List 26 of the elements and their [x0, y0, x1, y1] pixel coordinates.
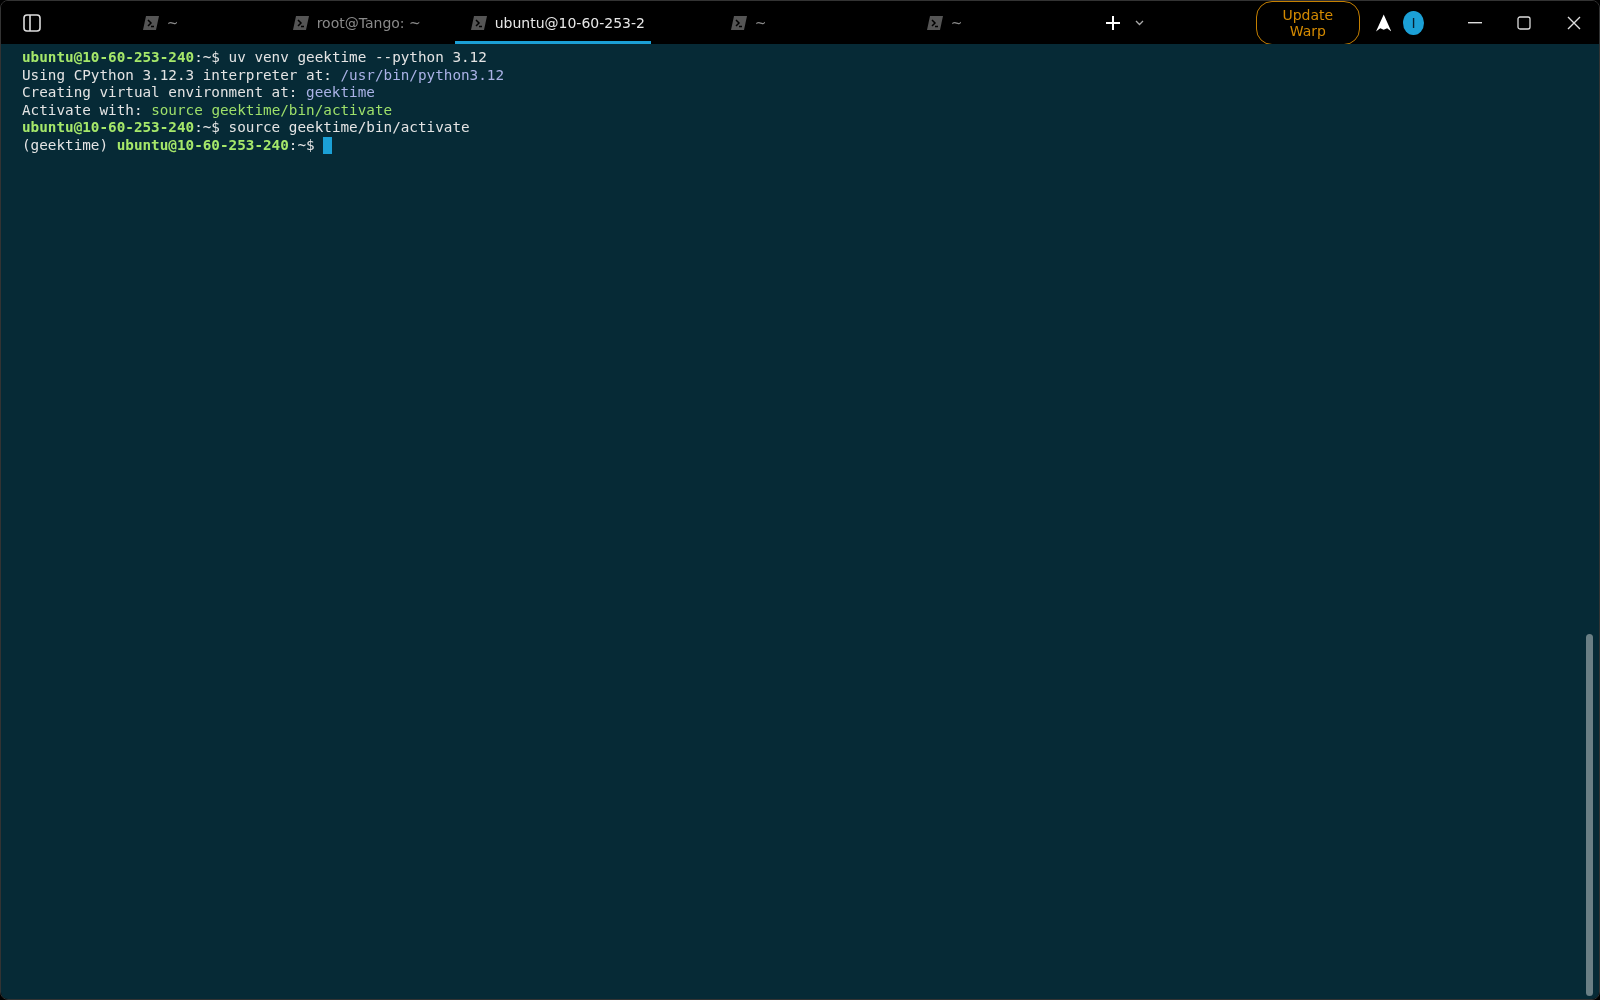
prompt-text: ubuntu@10-60-253-240	[116, 136, 289, 155]
terminal-text: Activate with:	[22, 101, 144, 120]
terminal-icon	[142, 15, 159, 30]
user-avatar[interactable]: I	[1403, 10, 1424, 35]
terminal-tab[interactable]: ~	[846, 1, 1043, 44]
terminal-icon	[292, 15, 309, 30]
terminal-text: :~$	[288, 136, 316, 155]
terminal-tab[interactable]: ~	[62, 1, 259, 44]
command-text: source geektime/bin/activate	[151, 101, 393, 120]
terminal-text: (geektime)	[22, 136, 110, 155]
terminal-icon	[470, 15, 487, 30]
warp-logo-icon[interactable]	[1375, 12, 1392, 33]
path-text: geektime	[306, 84, 375, 102]
terminal-icon	[730, 15, 747, 30]
terminal-icon	[926, 15, 943, 30]
terminal-tab[interactable]: root@Tango: ~	[258, 1, 455, 44]
terminal-text: Using CPython 3.12.3 interpreter at:	[22, 66, 333, 85]
prompt-text: ubuntu@10-60-253-240	[22, 49, 195, 67]
terminal-text: :~$ source geektime/bin/activate	[194, 119, 470, 137]
prompt-text: ubuntu@10-60-253-240	[22, 119, 195, 137]
path-text: /usr/bin/python3.12	[340, 66, 505, 85]
text-cursor	[323, 137, 333, 155]
terminal-text: :~$ uv venv geektime --python 3.12	[194, 49, 487, 67]
terminal-text: Creating virtual environment at:	[22, 84, 299, 102]
scrollbar-thumb[interactable]	[1586, 634, 1593, 996]
terminal-tab[interactable]: ~	[650, 1, 847, 44]
